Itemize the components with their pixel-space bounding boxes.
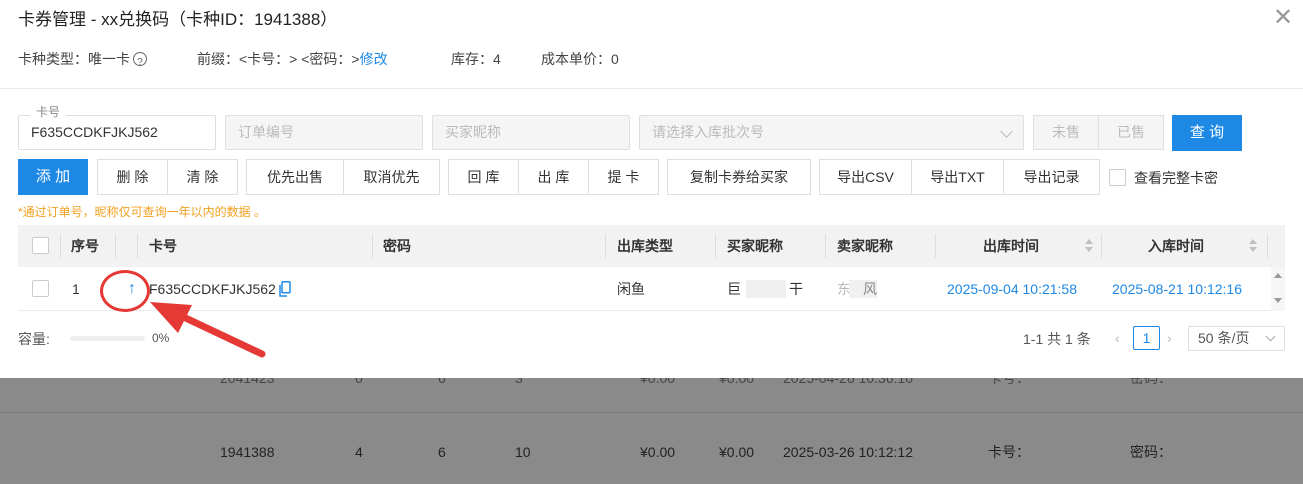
card-number-label: 卡号 (30, 104, 67, 120)
bg-cell: 6 (438, 444, 446, 460)
sold-button[interactable]: 已售 (1098, 115, 1164, 150)
export-log-button[interactable]: 导出记录 (1003, 159, 1100, 195)
next-page-icon[interactable]: › (1167, 331, 1177, 345)
bg-cell: 10 (515, 444, 531, 460)
view-full-checkbox[interactable] (1109, 169, 1126, 186)
column-divider (137, 234, 138, 258)
buyer-nickname-placeholder: 买家昵称 (445, 124, 501, 140)
copy-to-buyer-button[interactable]: 复制卡券给买家 (667, 159, 811, 195)
query-button[interactable]: 查 询 (1172, 115, 1242, 151)
order-number-input[interactable]: 订单编号 (225, 115, 423, 150)
column-divider (115, 234, 116, 258)
bg-cell: 4 (355, 444, 363, 460)
page-1-button[interactable]: 1 (1133, 326, 1160, 350)
annotation-circle (100, 270, 150, 312)
chevron-down-icon (1000, 125, 1013, 138)
column-divider (60, 234, 61, 258)
row-card-number: F635CCDKFJKJ562 (149, 281, 276, 297)
chevron-down-icon (1265, 331, 1276, 342)
capacity-bar (70, 336, 145, 341)
background-page: 2041423 0 6 3 ¥0.00 ¥0.00 2025-04-26 10:… (0, 370, 1303, 484)
row-buyer-start: 巨 (727, 281, 741, 297)
card-number-value: F635CCDKFJKJ562 (31, 124, 158, 140)
header-in-time[interactable]: 入库时间 (1148, 225, 1204, 267)
header-out-time[interactable]: 出库时间 (983, 225, 1039, 267)
stock-label: 库存：4 (451, 51, 501, 67)
row-checkbox[interactable] (32, 280, 49, 297)
unsold-button[interactable]: 未售 (1033, 115, 1099, 150)
header-seller: 卖家昵称 (837, 238, 893, 254)
divider (0, 88, 1303, 89)
sort-icon[interactable] (1085, 238, 1093, 254)
batch-select-placeholder: 请选择入库批次号 (652, 124, 764, 140)
card-type-label: 卡种类型：唯一卡 (18, 51, 130, 67)
row-out-time: 2025-09-04 10:21:58 (947, 281, 1077, 297)
scroll-up-icon[interactable] (1274, 273, 1282, 278)
column-divider (825, 234, 826, 258)
table-row: 1 ↑ F635CCDKFJKJ562 闲鱼 巨 干 东 风 2025-09-0… (18, 267, 1271, 311)
header-out-type: 出库类型 (617, 238, 673, 254)
extract-card-button[interactable]: 提 卡 (588, 159, 659, 195)
bg-cell: 1941388 (220, 444, 275, 460)
export-txt-button[interactable]: 导出TXT (911, 159, 1004, 195)
column-divider (1101, 234, 1102, 258)
header-buyer: 买家昵称 (727, 238, 783, 254)
column-divider (935, 234, 936, 258)
table-header: 序号 卡号 密码 出库类型 买家昵称 卖家昵称 出库时间 入库时间 (18, 225, 1285, 267)
header-card: 卡号 (149, 238, 177, 254)
bg-cell: 2025-03-26 10:12:12 (783, 444, 913, 460)
out-stock-button[interactable]: 出 库 (518, 159, 589, 195)
page-size-value: 50 条/页 (1198, 330, 1250, 346)
bg-cell: 密码： (1130, 444, 1172, 460)
buyer-nickname-input[interactable]: 买家昵称 (432, 115, 630, 150)
row-buyer-end: 干 (789, 281, 803, 297)
card-number-input[interactable]: F635CCDKFJKJ562 (18, 115, 216, 150)
batch-select[interactable]: 请选择入库批次号 (639, 115, 1024, 150)
header-index: 序号 (71, 238, 99, 254)
column-divider (1267, 234, 1268, 258)
add-button[interactable]: 添 加 (18, 159, 88, 195)
row-index: 1 (72, 281, 80, 297)
sort-icon[interactable] (1249, 238, 1257, 254)
help-icon[interactable]: ? (133, 52, 147, 68)
delete-button[interactable]: 删 除 (97, 159, 168, 195)
priority-sell-button[interactable]: 优先出售 (246, 159, 344, 195)
view-full-label: 查看完整卡密 (1134, 170, 1218, 186)
row-seller-end: 风 (863, 281, 877, 297)
scroll-down-icon[interactable] (1274, 298, 1282, 303)
vertical-scrollbar[interactable] (1271, 267, 1285, 311)
capacity-label: 容量: (18, 331, 50, 347)
redacted-blur (746, 280, 786, 298)
row-in-time: 2025-08-21 10:12:16 (1112, 281, 1242, 297)
close-icon[interactable]: ✕ (1272, 6, 1294, 30)
select-all-checkbox[interactable] (32, 237, 49, 254)
export-csv-button[interactable]: 导出CSV (819, 159, 912, 195)
unit-cost-label: 成本单价：0 (541, 51, 619, 67)
prefix-label: 前缀：<卡号：> <密码：> (197, 51, 360, 67)
dialog-title: 卡券管理 - xx兑换码（卡种ID：1941388） (18, 10, 338, 29)
column-divider (605, 234, 606, 258)
row-out-type: 闲鱼 (617, 281, 645, 297)
card-management-dialog: 卡券管理 - xx兑换码（卡种ID：1941388） ✕ 卡种类型：唯一卡? 前… (0, 0, 1303, 378)
pagination-total: 1-1 共 1 条 (1023, 331, 1091, 347)
bg-cell: ¥0.00 (719, 444, 755, 460)
bg-cell: 卡号： (988, 444, 1030, 460)
capacity-percent: 0% (152, 331, 170, 345)
page-size-select[interactable]: 50 条/页 (1188, 326, 1285, 351)
column-divider (715, 234, 716, 258)
background-divider (0, 412, 1303, 413)
prev-page-icon[interactable]: ‹ (1115, 331, 1125, 345)
copy-icon[interactable] (279, 281, 291, 300)
background-row: 1941388 4 6 10 ¥0.00 ¥0.00 2025-03-26 10… (0, 434, 1303, 470)
cancel-priority-button[interactable]: 取消优先 (343, 159, 440, 195)
clear-button[interactable]: 清 除 (167, 159, 238, 195)
edit-prefix-link[interactable]: 修改 (360, 51, 388, 67)
order-number-placeholder: 订单编号 (238, 124, 294, 140)
column-divider (372, 234, 373, 258)
query-tip: *通过订单号，昵称仅可查询一年以内的数据 。 (18, 205, 267, 219)
header-password: 密码 (383, 238, 411, 254)
bg-cell: ¥0.00 (640, 444, 676, 460)
return-stock-button[interactable]: 回 库 (448, 159, 519, 195)
